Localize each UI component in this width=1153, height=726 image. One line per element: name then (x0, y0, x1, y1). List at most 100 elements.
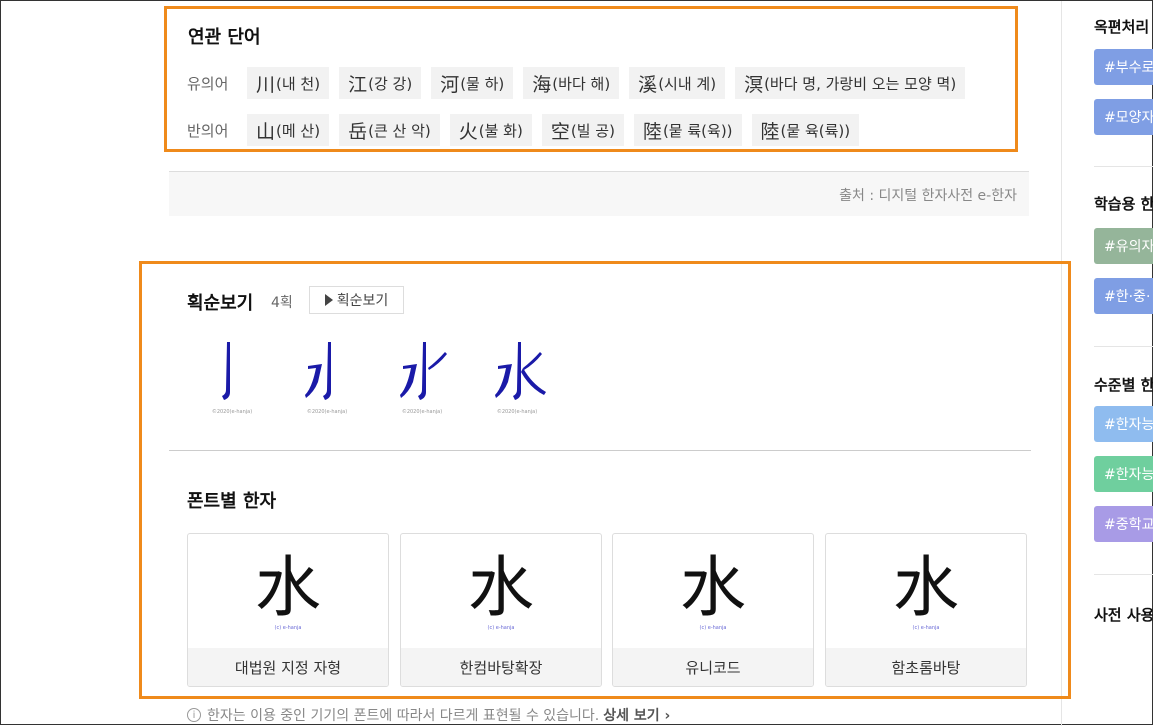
related-word-hanja: 川 (256, 73, 276, 96)
related-word-reading: (뭍 육(륙)) (780, 121, 851, 140)
font-name: 대법원 지정 자형 (188, 648, 388, 686)
stroke-step-4: ©2020(e-hanja) (482, 334, 552, 415)
font-card-1[interactable]: 水 (c) e-hanja 대법원 지정 자형 (187, 533, 389, 687)
font-card-3[interactable]: 水 (c) e-hanja 유니코드 (612, 533, 814, 687)
stroke-count: 4획 (271, 295, 293, 311)
related-words-section: 연관 단어 유의어 川 (내 천) 江 (강 강) 河 (물 하) 海 (바다 해) 溪 (시내 … (164, 6, 1018, 152)
stroke-order-button-label: 획순보기 (336, 293, 389, 309)
font-glyph: 水 (893, 548, 959, 626)
related-word-chip[interactable]: 江 (강 강) (339, 67, 422, 99)
stroke-step-4-image (495, 342, 546, 400)
font-glyph: 水 (255, 548, 321, 626)
sidebar-divider (1094, 574, 1153, 575)
font-copyright: (c) e-hanja (912, 624, 940, 631)
sidebar-tag[interactable]: #중학교 (1094, 506, 1153, 542)
sidebar-tag[interactable]: #부수로 (1094, 49, 1153, 85)
related-word-hanja: 河 (440, 73, 460, 96)
related-word-chip[interactable]: 岳 (큰 산 악) (339, 114, 440, 146)
sidebar-title-3: 수준별 한 (1094, 376, 1153, 394)
related-word-chip[interactable]: 山 (메 산) (247, 114, 330, 146)
font-card-2[interactable]: 水 (c) e-hanja 한컴바탕확장 (400, 533, 602, 687)
related-word-hanja: 陸 (760, 120, 780, 143)
related-word-reading: (강 강) (368, 74, 413, 93)
related-word-chip[interactable]: 溟 (바다 명, 가랑비 오는 모양 멱) (735, 67, 966, 99)
sidebar-title-1: 옥편처리 (1094, 18, 1150, 36)
font-name: 한컴바탕확장 (401, 648, 601, 686)
source-bar: 출처 : 디지털 한자사전 e-한자 (169, 171, 1029, 216)
font-card-glyph-area: 水 (c) e-hanja (613, 534, 813, 649)
sidebar-tag[interactable]: #한자능 (1094, 406, 1153, 442)
related-words-title: 연관 단어 (188, 27, 261, 48)
stroke-step-3: ©2020(e-hanja) (387, 334, 457, 415)
sidebar-tag[interactable]: #모양자 (1094, 99, 1153, 135)
related-word-chip[interactable]: 陸 (뭍 육(륙)) (751, 114, 860, 146)
font-notice-text: 한자는 이용 중인 기기의 폰트에 따라서 다르게 표현될 수 있습니다. (207, 708, 600, 724)
font-copyright: (c) e-hanja (487, 624, 515, 631)
related-word-hanja: 山 (256, 120, 276, 143)
sidebar-divider (1094, 166, 1153, 167)
related-word-reading: (바다 명, 가랑비 오는 모양 멱) (764, 74, 957, 93)
sidebar-title-4: 사전 사용 (1094, 606, 1153, 624)
related-word-reading: (불 화) (478, 121, 523, 140)
synonym-row: 유의어 川 (내 천) 江 (강 강) 河 (물 하) 海 (바다 해) 溪 (시내 계) 溟 (바다… (187, 67, 975, 99)
stroke-step-2: ©2020(e-hanja) (292, 334, 362, 415)
font-name: 유니코드 (613, 648, 813, 686)
related-word-reading: (내 천) (276, 74, 321, 93)
font-name: 함초롬바탕 (826, 648, 1026, 686)
related-word-chip[interactable]: 火 (불 화) (449, 114, 532, 146)
font-copyright: (c) e-hanja (274, 624, 302, 631)
source-text: 출처 : 디지털 한자사전 e-한자 (839, 188, 1017, 204)
sidebar-tag[interactable]: #유의자 (1094, 228, 1153, 264)
related-word-hanja: 海 (532, 73, 552, 96)
sidebar-tag[interactable]: #한·중· (1094, 278, 1153, 314)
section-divider (169, 450, 1031, 451)
related-word-reading: (빌 공) (570, 121, 615, 140)
related-word-reading: (메 산) (276, 121, 321, 140)
stroke-step-2-image (305, 342, 331, 400)
related-word-chip[interactable]: 溪 (시내 계) (629, 67, 726, 99)
detail-view-link[interactable]: 상세 보기 › (603, 705, 670, 725)
stroke-step-1: ©2020(e-hanja) (197, 334, 267, 415)
related-word-reading: (바다 해) (552, 74, 611, 93)
stroke-order-title: 획순보기 (187, 293, 254, 314)
stroke-copyright: ©2020(e-hanja) (211, 409, 253, 415)
stroke-copyright: ©2020(e-hanja) (496, 409, 538, 415)
font-hanja-title: 폰트별 한자 (187, 491, 277, 512)
related-word-hanja: 溟 (744, 73, 764, 96)
antonym-row: 반의어 山 (메 산) 岳 (큰 산 악) 火 (불 화) 空 (빌 공) 陸 (뭍 륙(육)) 陸… (187, 114, 869, 146)
stroke-order-play-button[interactable]: 획순보기 (309, 286, 404, 314)
stroke-step-3-image (400, 342, 447, 400)
related-word-reading: (뭍 륙(육)) (662, 121, 733, 140)
related-word-hanja: 空 (550, 120, 570, 143)
info-icon: i (187, 708, 201, 722)
related-word-chip[interactable]: 河 (물 하) (431, 67, 514, 99)
font-card-glyph-area: 水 (c) e-hanja (401, 534, 601, 649)
stroke-copyright: ©2020(e-hanja) (306, 409, 348, 415)
font-card-4[interactable]: 水 (c) e-hanja 함초롬바탕 (825, 533, 1027, 687)
related-word-chip[interactable]: 海 (바다 해) (523, 67, 620, 99)
font-card-glyph-area: 水 (c) e-hanja (188, 534, 388, 649)
stroke-copyright: ©2020(e-hanja) (401, 409, 443, 415)
sidebar-divider (1094, 346, 1153, 347)
related-word-hanja: 火 (458, 120, 478, 143)
stroke-order-section: 획순보기 4획 획순보기 ©2020(e-hanja) ©2020(e-hanj… (139, 261, 1071, 699)
antonym-label: 반의어 (187, 121, 229, 140)
related-word-hanja: 陸 (642, 120, 662, 143)
sidebar-tag[interactable]: #한자능 (1094, 456, 1153, 492)
related-word-chip[interactable]: 陸 (뭍 륙(육)) (633, 114, 742, 146)
related-word-reading: (시내 계) (658, 74, 717, 93)
play-icon (324, 294, 333, 306)
related-word-hanja: 溪 (638, 73, 658, 96)
font-notice: i 한자는 이용 중인 기기의 폰트에 따라서 다르게 표현될 수 있습니다. … (187, 705, 670, 725)
synonym-label: 유의어 (187, 74, 229, 93)
font-glyph: 水 (468, 548, 534, 626)
related-word-chip[interactable]: 空 (빌 공) (541, 114, 624, 146)
stroke-step-1-image (222, 342, 230, 400)
related-word-chip[interactable]: 川 (내 천) (247, 67, 330, 99)
related-word-hanja: 江 (348, 73, 368, 96)
font-glyph: 水 (680, 548, 746, 626)
related-word-reading: (물 하) (460, 74, 505, 93)
font-card-glyph-area: 水 (c) e-hanja (826, 534, 1026, 649)
font-copyright: (c) e-hanja (699, 624, 727, 631)
related-word-hanja: 岳 (348, 120, 368, 143)
